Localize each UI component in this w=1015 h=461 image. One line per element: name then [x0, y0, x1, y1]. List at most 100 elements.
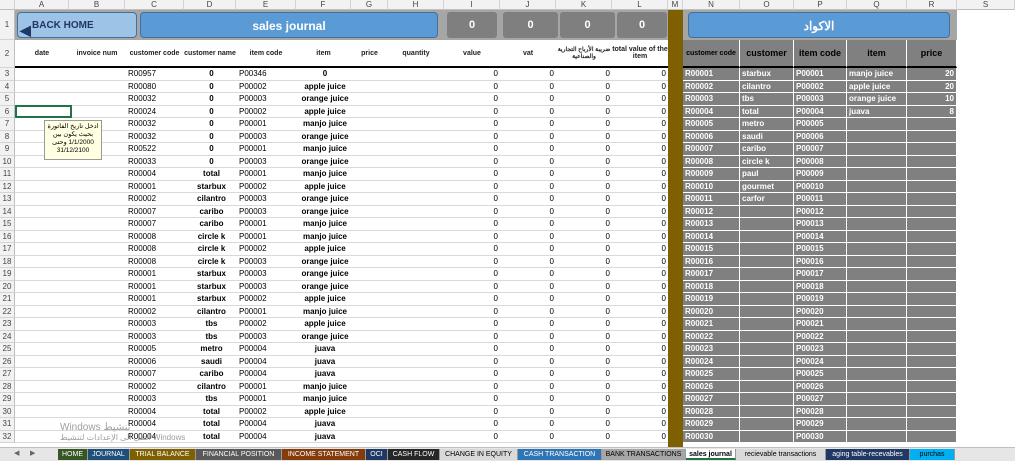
value-cell[interactable]: 0: [444, 406, 498, 419]
column-header[interactable]: E: [236, 0, 296, 10]
customer-name-cell[interactable]: 0: [187, 156, 236, 169]
codes-item-cell[interactable]: [847, 318, 907, 331]
vat-cell[interactable]: 0: [500, 218, 554, 231]
codes-price-cell[interactable]: [907, 193, 957, 206]
codes-customer-cell[interactable]: saudi: [740, 130, 794, 143]
vat-cell[interactable]: 0: [500, 343, 554, 356]
value-cell[interactable]: 0: [444, 356, 498, 369]
total-value-cell[interactable]: 0: [612, 343, 666, 356]
customer-name-cell[interactable]: cilantro: [187, 193, 236, 206]
row-header[interactable]: 15: [0, 218, 15, 231]
total-value-cell[interactable]: 0: [612, 356, 666, 369]
codes-item-code-cell[interactable]: P00022: [794, 330, 847, 343]
vat-cell[interactable]: 0: [500, 281, 554, 294]
value-cell[interactable]: 0: [444, 331, 498, 344]
codes-price-cell[interactable]: [907, 368, 957, 381]
customer-name-cell[interactable]: cilantro: [187, 381, 236, 394]
item-cell[interactable]: orange juice: [299, 93, 351, 106]
codes-customer-cell[interactable]: [740, 343, 794, 356]
vat-cell[interactable]: 0: [500, 206, 554, 219]
customer-code-cell[interactable]: R00033: [128, 156, 184, 169]
codes-customer-cell[interactable]: starbux: [740, 68, 794, 81]
column-header[interactable]: N: [683, 0, 740, 10]
tax-cell[interactable]: 0: [556, 218, 610, 231]
tax-cell[interactable]: 0: [556, 156, 610, 169]
vat-cell[interactable]: 0: [500, 106, 554, 119]
customer-code-cell[interactable]: R00003: [128, 393, 184, 406]
codes-customer-cell[interactable]: carfor: [740, 193, 794, 206]
sheet-tab[interactable]: aging table-recevables: [826, 449, 910, 460]
column-header[interactable]: K: [556, 0, 612, 10]
codes-customer-cell[interactable]: [740, 405, 794, 418]
row-header[interactable]: 10: [0, 155, 15, 168]
codes-item-code-cell[interactable]: P00005: [794, 118, 847, 131]
column-header[interactable]: B: [69, 0, 125, 10]
vat-cell[interactable]: 0: [500, 418, 554, 431]
total-value-cell[interactable]: 0: [612, 181, 666, 194]
value-cell[interactable]: 0: [444, 118, 498, 131]
total-value-cell[interactable]: 0: [612, 306, 666, 319]
row-header[interactable]: 31: [0, 418, 15, 431]
customer-name-cell[interactable]: saudi: [187, 356, 236, 369]
value-cell[interactable]: 0: [444, 243, 498, 256]
column-header[interactable]: M: [668, 0, 683, 10]
row-header[interactable]: 23: [0, 318, 15, 331]
codes-item-cell[interactable]: [847, 255, 907, 268]
tax-cell[interactable]: 0: [556, 68, 610, 81]
row-header[interactable]: 1: [0, 10, 15, 40]
item-code-cell[interactable]: P00003: [239, 281, 296, 294]
tax-cell[interactable]: 0: [556, 181, 610, 194]
sheet-tab[interactable]: JOURNAL: [88, 449, 130, 460]
codes-item-cell[interactable]: [847, 405, 907, 418]
total-value-cell[interactable]: 0: [612, 256, 666, 269]
codes-item-cell[interactable]: [847, 380, 907, 393]
vat-cell[interactable]: 0: [500, 168, 554, 181]
row-header[interactable]: 18: [0, 255, 15, 268]
sheet-tab[interactable]: HOME: [58, 449, 88, 460]
tax-cell[interactable]: 0: [556, 168, 610, 181]
total-value-cell[interactable]: 0: [612, 206, 666, 219]
value-cell[interactable]: 0: [444, 143, 498, 156]
vat-cell[interactable]: 0: [500, 93, 554, 106]
tax-cell[interactable]: 0: [556, 268, 610, 281]
vat-cell[interactable]: 0: [500, 131, 554, 144]
item-cell[interactable]: apple juice: [299, 106, 351, 119]
codes-item-cell[interactable]: [847, 268, 907, 281]
item-code-cell[interactable]: P00004: [239, 368, 296, 381]
column-header[interactable]: F: [296, 0, 351, 10]
customer-code-cell[interactable]: R00004: [128, 168, 184, 181]
codes-customer-code-cell[interactable]: R00017: [683, 268, 740, 281]
customer-name-cell[interactable]: tbs: [187, 331, 236, 344]
codes-item-code-cell[interactable]: P00018: [794, 280, 847, 293]
codes-price-cell[interactable]: [907, 405, 957, 418]
codes-customer-code-cell[interactable]: R00025: [683, 368, 740, 381]
item-code-cell[interactable]: P00004: [239, 418, 296, 431]
codes-customer-code-cell[interactable]: R00008: [683, 155, 740, 168]
customer-name-cell[interactable]: tbs: [187, 393, 236, 406]
codes-price-cell[interactable]: [907, 180, 957, 193]
item-code-cell[interactable]: P00004: [239, 356, 296, 369]
codes-customer-cell[interactable]: [740, 255, 794, 268]
value-cell[interactable]: 0: [444, 381, 498, 394]
codes-customer-code-cell[interactable]: R00007: [683, 143, 740, 156]
customer-name-cell[interactable]: caribo: [187, 368, 236, 381]
codes-item-cell[interactable]: [847, 155, 907, 168]
total-value-cell[interactable]: 0: [612, 418, 666, 431]
customer-name-cell[interactable]: cilantro: [187, 306, 236, 319]
item-code-cell[interactable]: P00001: [239, 393, 296, 406]
tax-cell[interactable]: 0: [556, 231, 610, 244]
customer-code-cell[interactable]: R00007: [128, 218, 184, 231]
codes-item-code-cell[interactable]: P00002: [794, 80, 847, 93]
item-code-cell[interactable]: P00003: [239, 131, 296, 144]
customer-code-cell[interactable]: R00002: [128, 306, 184, 319]
codes-customer-cell[interactable]: circle k: [740, 155, 794, 168]
tax-cell[interactable]: 0: [556, 318, 610, 331]
customer-name-cell[interactable]: starbux: [187, 293, 236, 306]
row-header[interactable]: 20: [0, 280, 15, 293]
scroll-left-icon[interactable]: ◀: [14, 449, 19, 457]
customer-name-cell[interactable]: total: [187, 431, 236, 444]
row-header[interactable]: 30: [0, 405, 15, 418]
tax-cell[interactable]: 0: [556, 356, 610, 369]
vat-cell[interactable]: 0: [500, 356, 554, 369]
customer-name-cell[interactable]: 0: [187, 68, 236, 81]
